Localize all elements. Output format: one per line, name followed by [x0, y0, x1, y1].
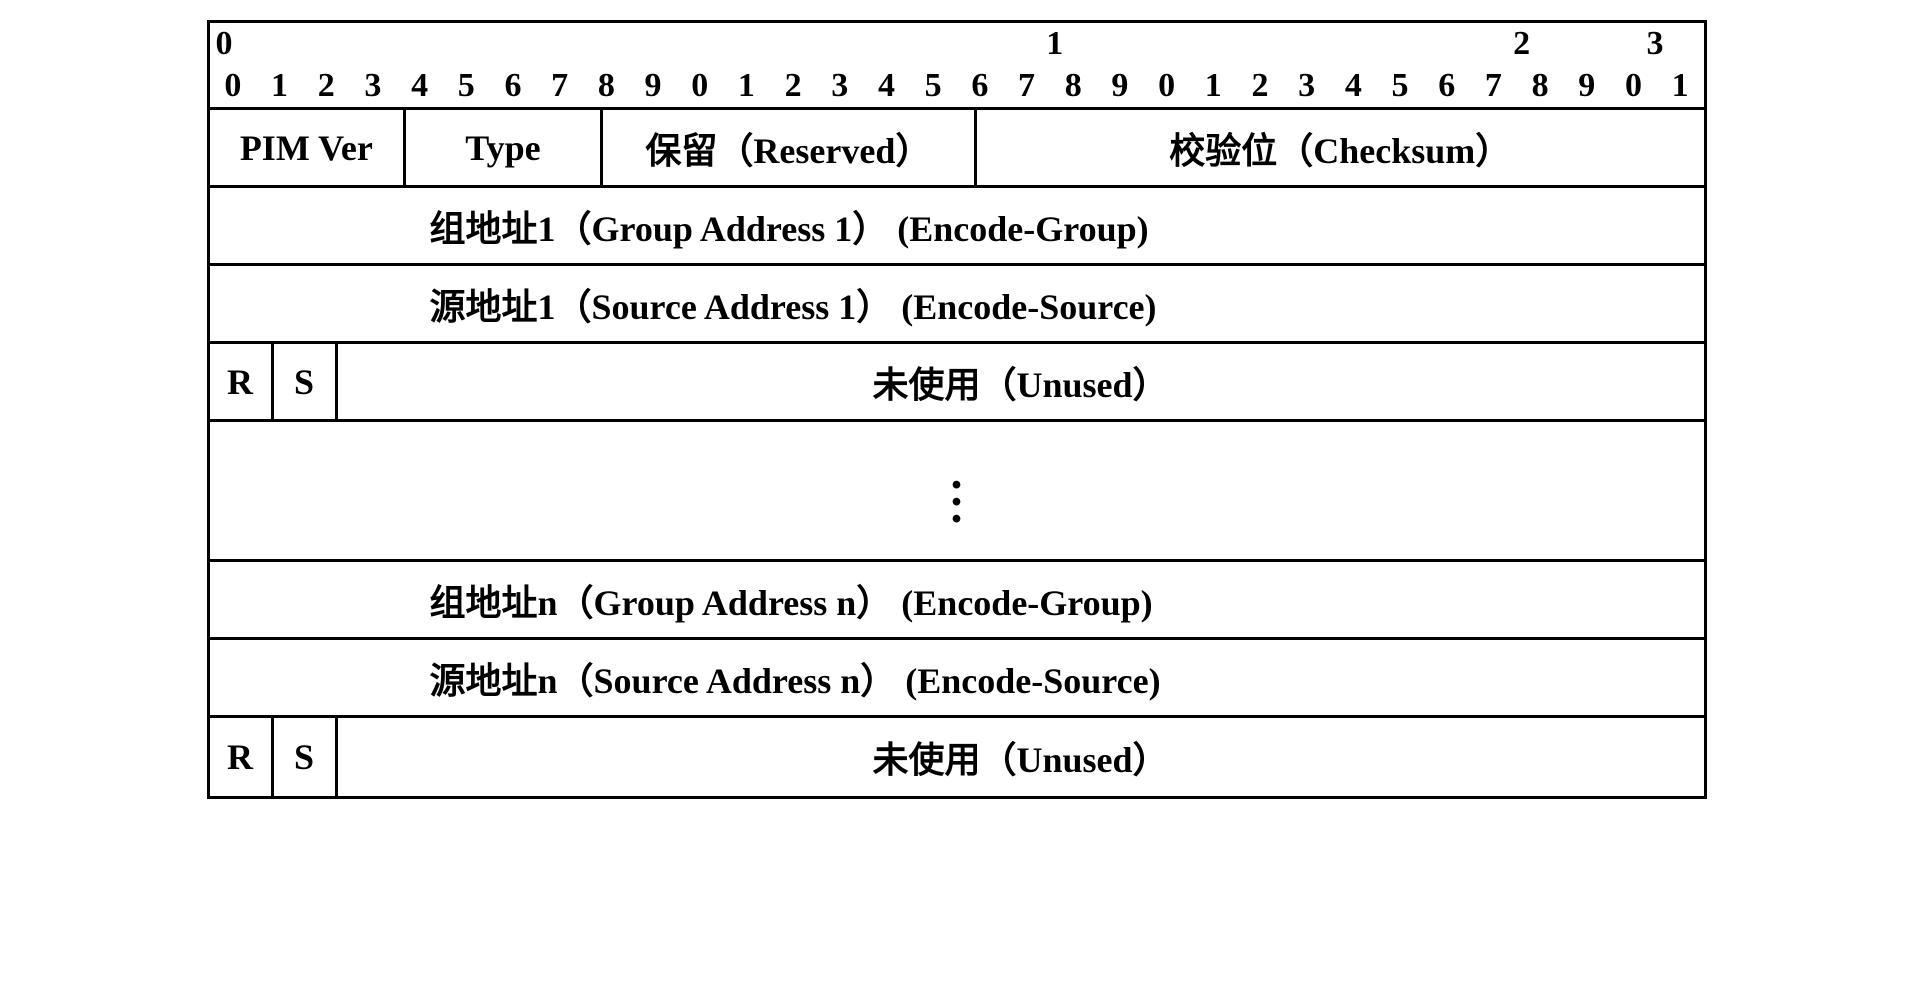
ellipsis-row: ... — [210, 422, 1704, 562]
bit-group-label: 2 — [1143, 23, 1610, 65]
bit-cell: 3 — [816, 65, 863, 107]
field-unused: 未使用（Unused） — [338, 344, 1704, 419]
field-s: S — [274, 718, 338, 796]
packet-table: PIM Ver Type 保留（Reserved） 校验位（Checksum） … — [207, 107, 1707, 799]
bit-group-label: 1 — [676, 23, 1143, 65]
bit-cell: 3 — [1283, 65, 1330, 107]
bit-row: 0 1 2 3 4 5 6 7 8 9 — [210, 65, 677, 107]
bit-cell: 7 — [536, 65, 583, 107]
field-source-address-1: 源地址1（Source Address 1） (Encode-Source) — [210, 266, 1704, 341]
bit-group-3: 3 0 1 — [1610, 23, 1703, 107]
bit-cell: 9 — [630, 65, 677, 107]
bit-cell: 2 — [770, 65, 817, 107]
bit-cell: 1 — [1190, 65, 1237, 107]
bit-cell: 0 — [210, 65, 257, 107]
bit-cell: 5 — [910, 65, 957, 107]
bit-cell: 2 — [1237, 65, 1284, 107]
bit-ruler: 0 0 1 2 3 4 5 6 7 8 9 1 0 1 2 3 4 5 — [207, 20, 1707, 107]
bit-cell: 5 — [443, 65, 490, 107]
field-r: R — [210, 344, 274, 419]
bit-cell: 1 — [1657, 65, 1704, 107]
bit-cell: 9 — [1097, 65, 1144, 107]
bit-cell: 4 — [396, 65, 443, 107]
field-type: Type — [406, 110, 603, 185]
group-address-1-row: 组地址1（Group Address 1） (Encode-Group) — [210, 188, 1704, 266]
field-checksum: 校验位（Checksum） — [977, 110, 1704, 185]
source-address-n-row: 源地址n（Source Address n） (Encode-Source) — [210, 640, 1704, 718]
bit-group-1: 1 0 1 2 3 4 5 6 7 8 9 — [676, 23, 1143, 107]
rs-unused-row-1: R S 未使用（Unused） — [210, 344, 1704, 422]
bit-cell: 6 — [490, 65, 537, 107]
field-group-address-1: 组地址1（Group Address 1） (Encode-Group) — [210, 188, 1704, 263]
rs-unused-row-n: R S 未使用（Unused） — [210, 718, 1704, 796]
bit-group-2: 2 0 1 2 3 4 5 6 7 8 9 — [1143, 23, 1610, 107]
field-r: R — [210, 718, 274, 796]
bit-cell: 6 — [1423, 65, 1470, 107]
bit-group-0: 0 0 1 2 3 4 5 6 7 8 9 — [210, 23, 677, 107]
bit-cell: 0 — [1610, 65, 1657, 107]
group-address-n-row: 组地址n（Group Address n） (Encode-Group) — [210, 562, 1704, 640]
bit-cell: 0 — [676, 65, 723, 107]
bit-group-label: 0 — [210, 23, 677, 65]
bit-cell: 4 — [1330, 65, 1377, 107]
bit-cell: 6 — [957, 65, 1004, 107]
bit-cell: 8 — [1517, 65, 1564, 107]
bit-cell: 5 — [1377, 65, 1424, 107]
field-group-address-n: 组地址n（Group Address n） (Encode-Group) — [210, 562, 1704, 637]
field-unused: 未使用（Unused） — [338, 718, 1704, 796]
bit-cell: 9 — [1563, 65, 1610, 107]
bit-cell: 0 — [1143, 65, 1190, 107]
packet-format-diagram: 0 0 1 2 3 4 5 6 7 8 9 1 0 1 2 3 4 5 — [207, 20, 1707, 799]
bit-row: 0 1 2 3 4 5 6 7 8 9 — [1143, 65, 1610, 107]
bit-row: 0 1 — [1610, 65, 1703, 107]
field-s: S — [274, 344, 338, 419]
bit-cell: 3 — [350, 65, 397, 107]
bit-cell: 8 — [1050, 65, 1097, 107]
bit-cell: 8 — [583, 65, 630, 107]
bit-cell: 2 — [303, 65, 350, 107]
bit-cell: 7 — [1003, 65, 1050, 107]
field-pim-ver: PIM Ver — [210, 110, 407, 185]
vdots-icon: ... — [951, 465, 963, 515]
field-reserved: 保留（Reserved） — [603, 110, 977, 185]
header-row: PIM Ver Type 保留（Reserved） 校验位（Checksum） — [210, 110, 1704, 188]
vertical-ellipsis: ... — [210, 422, 1704, 559]
bit-cell: 1 — [256, 65, 303, 107]
bit-group-label: 3 — [1610, 23, 1703, 65]
bit-cell: 7 — [1470, 65, 1517, 107]
source-address-1-row: 源地址1（Source Address 1） (Encode-Source) — [210, 266, 1704, 344]
bit-cell: 4 — [863, 65, 910, 107]
field-source-address-n: 源地址n（Source Address n） (Encode-Source) — [210, 640, 1704, 715]
bit-cell: 1 — [723, 65, 770, 107]
bit-row: 0 1 2 3 4 5 6 7 8 9 — [676, 65, 1143, 107]
